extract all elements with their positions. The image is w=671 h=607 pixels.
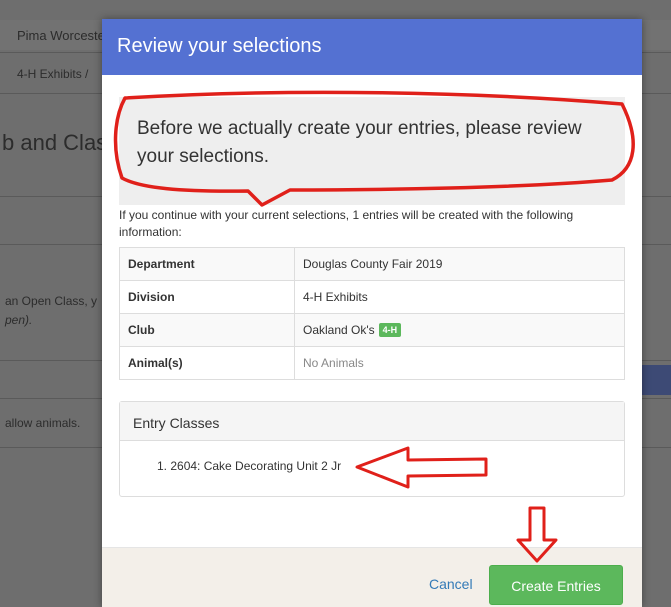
table-row: Club Oakland Ok's 4-H — [119, 313, 625, 347]
modal-header: Review your selections — [102, 19, 642, 75]
review-callout: Before we actually create your entries, … — [119, 97, 625, 205]
table-row: Animal(s) No Animals — [119, 346, 625, 380]
bg-section-heading: b and Class — [2, 130, 119, 155]
selection-table: Department Douglas County Fair 2019 Divi… — [119, 247, 625, 380]
bg-allow-animals: allow animals. — [5, 416, 81, 430]
club-badge: 4-H — [378, 323, 402, 337]
entry-classes-title: Entry Classes — [133, 415, 220, 431]
row-label: Club — [119, 313, 295, 347]
row-value-club: Oakland Ok's 4-H — [294, 313, 625, 347]
intro-text: If you continue with your current select… — [119, 208, 574, 239]
bg-breadcrumb-path: 4-H Exhibits / — [17, 67, 89, 81]
bg-open-class-line1: an Open Class, y — [5, 294, 98, 308]
review-modal: Review your selections Before we actuall… — [102, 19, 642, 607]
modal-footer: Cancel Create Entries — [102, 547, 642, 607]
club-name: Oakland Ok's — [303, 323, 375, 337]
callout-text: Before we actually create your entries, … — [137, 118, 582, 167]
bg-open-class-line2: pen). — [5, 313, 33, 327]
modal-title: Review your selections — [117, 35, 322, 57]
table-row: Division 4-H Exhibits — [119, 280, 625, 314]
row-value: 4-H Exhibits — [294, 280, 625, 314]
entry-class-item: 1. 2604: Cake Decorating Unit 2 Jr — [157, 459, 342, 473]
row-label: Animal(s) — [119, 346, 295, 380]
row-value: No Animals — [294, 346, 625, 380]
row-label: Division — [119, 280, 295, 314]
table-row: Department Douglas County Fair 2019 — [119, 247, 625, 281]
cancel-button[interactable]: Cancel — [429, 576, 473, 592]
bg-breadcrumb-top: Pima Worceste — [17, 28, 105, 43]
row-label: Department — [119, 247, 295, 281]
entry-classes-panel: Entry Classes 1. 2604: Cake Decorating U… — [119, 401, 625, 497]
create-entries-button[interactable]: Create Entries — [489, 565, 623, 605]
row-value: Douglas County Fair 2019 — [294, 247, 625, 281]
